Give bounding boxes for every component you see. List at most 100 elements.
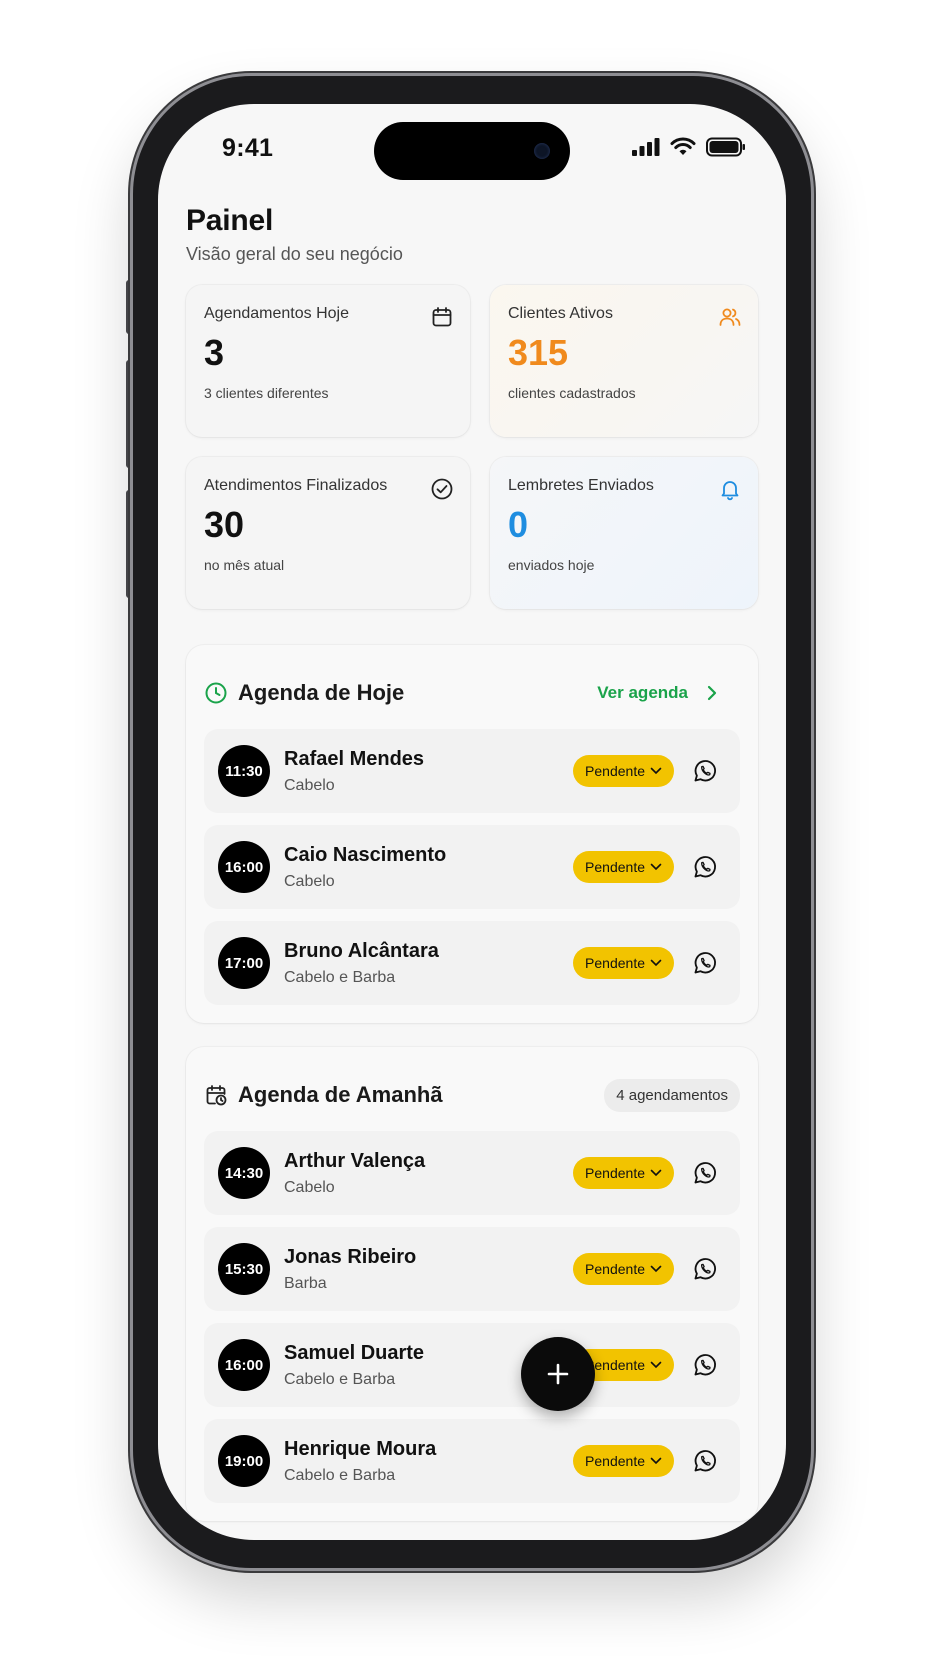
volume-up-button [126,360,133,468]
whatsapp-icon[interactable] [692,758,718,784]
page-subtitle: Visão geral do seu negócio [186,244,403,264]
stat-value: 30 [204,504,245,545]
service-name: Barba [284,1274,327,1292]
whatsapp-icon[interactable] [692,1256,718,1282]
section-title-wrap: Agenda de Amanhã [204,1082,443,1108]
whatsapp-icon[interactable] [692,1448,718,1474]
status-dropdown[interactable]: Pendente [573,851,674,883]
signal-icon [632,138,660,156]
status-dropdown[interactable]: Pendente [573,1445,674,1477]
client-name: Rafael Mendes [284,747,425,770]
section-title: Agenda de Hoje [238,680,405,705]
section-header: Agenda de Hoje Ver agenda [204,661,740,725]
chevron-down-icon [650,1457,662,1465]
volume-down-button [126,490,133,598]
appointment-row[interactable]: 15:30 Jonas Ribeiro Barba Pendente [204,1227,740,1311]
appointment-time: 11:30 [218,745,270,797]
page-title: Painel [186,204,274,237]
appointment-time: 17:00 [218,937,270,989]
appointment-row[interactable]: 16:00 Caio Nascimento Cabelo Pendente [204,825,740,909]
mute-switch [126,280,133,334]
stat-value: 0 [508,504,529,545]
status-label: Pendente [585,1453,645,1469]
stat-subtext: no mês atual [204,556,285,573]
client-name: Bruno Alcântara [284,939,439,962]
appointment-time: 15:30 [218,1243,270,1295]
status-time: 9:41 [222,134,274,162]
client-name: Jonas Ribeiro [284,1245,417,1268]
section-title-wrap: Agenda de Hoje [204,680,404,706]
status-dropdown[interactable]: Pendente [573,1157,674,1189]
whatsapp-icon[interactable] [692,1352,718,1378]
client-name: Arthur Valença [284,1149,426,1172]
status-label: Pendente [585,1165,645,1181]
appointment-info: Arthur Valença Cabelo [284,1150,573,1197]
appointment-row[interactable]: 17:00 Bruno Alcântara Cabelo e Barba Pen… [204,921,740,1005]
service-name: Cabelo [284,776,335,794]
appointment-info: Caio Nascimento Cabelo [284,844,573,891]
stat-card-reminders-sent[interactable]: Lembretes Enviados 0 enviados hoje [490,457,758,609]
appointment-time: 19:00 [218,1435,270,1487]
calendar-clock-icon [206,1085,227,1106]
wifi-icon [670,137,696,155]
stat-label: Atendimentos Finalizados [204,477,388,494]
whatsapp-icon[interactable] [692,1160,718,1186]
stat-subtext: 3 clientes diferentes [204,384,329,401]
chevron-right-icon [707,685,717,701]
camera-icon [534,143,550,159]
chevron-down-icon [650,767,662,775]
tomorrow-schedule-section: Agenda de Amanhã 4 agendamentos 14:30 Ar… [186,1047,758,1521]
stat-card-appointments-today[interactable]: Agendamentos Hoje 3 3 clientes diferente… [186,285,470,437]
appointments-count-badge: 4 agendamentos [604,1078,740,1112]
service-name: Cabelo [284,872,335,890]
stat-value: 315 [508,332,569,373]
client-name: Henrique Moura [284,1437,437,1460]
battery-icon [706,137,745,157]
status-icons [632,137,746,157]
plus-icon [547,1363,569,1385]
whatsapp-icon[interactable] [692,854,718,880]
dynamic-island [374,122,570,180]
clock-icon [205,682,227,704]
whatsapp-icon[interactable] [692,950,718,976]
status-dropdown[interactable]: Pendente [573,755,674,787]
status-label: Pendente [585,955,645,971]
chevron-down-icon [650,1169,662,1177]
stat-value: 3 [204,332,225,373]
appointment-row[interactable]: 14:30 Arthur Valença Cabelo Pendente [204,1131,740,1215]
appointment-time: 16:00 [218,1339,270,1391]
appointment-time: 16:00 [218,841,270,893]
appointment-info: Henrique Moura Cabelo e Barba [284,1438,573,1485]
appointment-row[interactable]: 11:30 Rafael Mendes Cabelo Pendente [204,729,740,813]
service-name: Cabelo e Barba [284,1466,396,1484]
phone-screen: 9:41 Painel Visão geral do seu negócio A… [158,104,786,1540]
see-schedule-label: Ver agenda [597,683,688,702]
add-appointment-button[interactable] [521,1337,595,1411]
stat-card-active-clients[interactable]: Clientes Ativos 315 clientes cadastrados [490,285,758,437]
stats-grid: Agendamentos Hoje 3 3 clientes diferente… [186,285,758,609]
users-icon [719,308,741,326]
appointment-info: Bruno Alcântara Cabelo e Barba [284,940,573,987]
service-name: Cabelo [284,1178,335,1196]
status-dropdown[interactable]: Pendente [573,1253,674,1285]
appointment-time: 14:30 [218,1147,270,1199]
section-header: Agenda de Amanhã 4 agendamentos [204,1063,740,1127]
stat-label: Agendamentos Hoje [204,305,349,322]
stat-card-completed-services[interactable]: Atendimentos Finalizados 30 no mês atual [186,457,470,609]
calendar-icon [432,307,452,327]
status-label: Pendente [585,1261,645,1277]
check-circle-icon [431,478,453,500]
appointment-row[interactable]: 16:00 Samuel Duarte Cabelo e Barba Pende… [204,1323,740,1407]
section-title: Agenda de Amanhã [238,1082,443,1107]
chevron-down-icon [650,1361,662,1369]
bell-icon [721,481,739,501]
appointment-info: Jonas Ribeiro Barba [284,1246,573,1293]
see-schedule-link[interactable]: Ver agenda [597,683,718,703]
stat-subtext: enviados hoje [508,556,595,573]
status-dropdown[interactable]: Pendente [573,947,674,979]
dashboard-content: Painel Visão geral do seu negócio Agenda… [186,204,758,1521]
appointment-row[interactable]: 19:00 Henrique Moura Cabelo e Barba Pend… [204,1419,740,1503]
service-name: Cabelo e Barba [284,968,396,986]
stat-label: Lembretes Enviados [508,477,654,494]
client-name: Caio Nascimento [284,843,447,866]
